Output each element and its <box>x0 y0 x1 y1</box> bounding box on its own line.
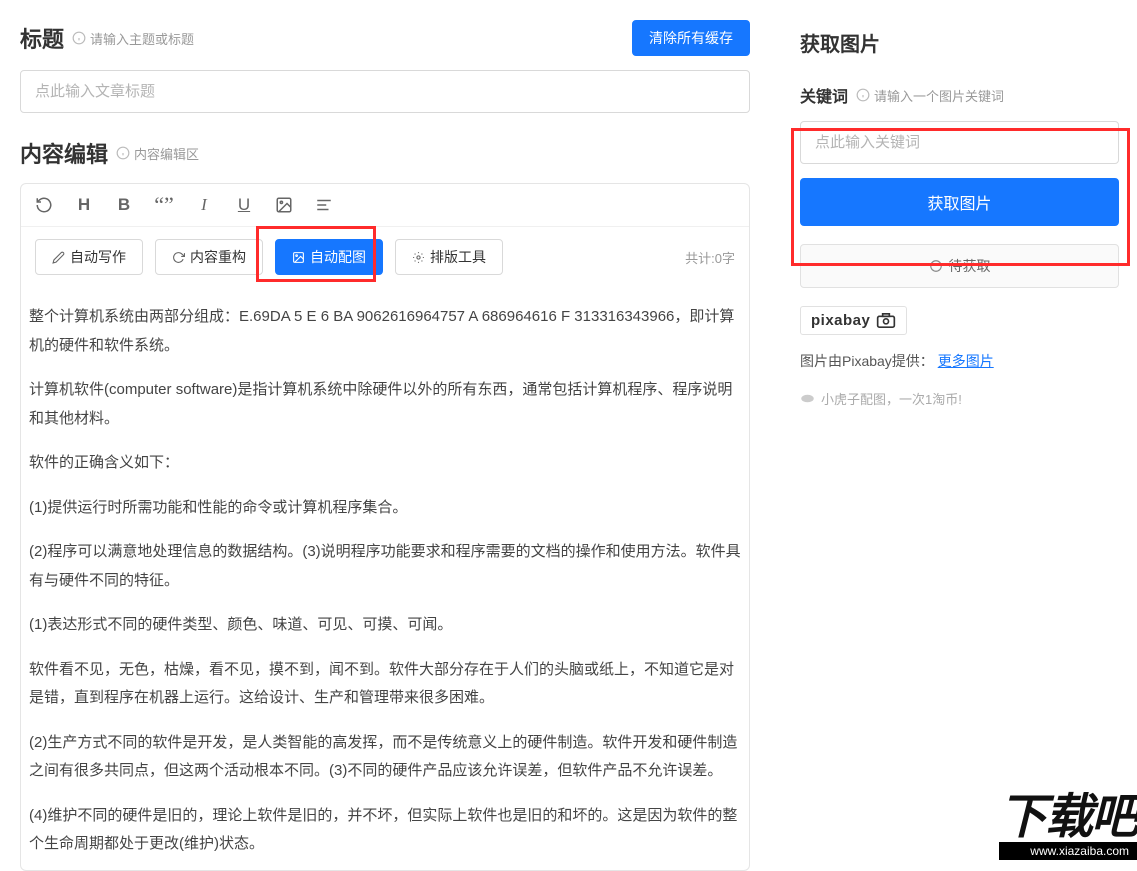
quote-icon[interactable]: “” <box>155 196 173 214</box>
image-sidebar: 获取图片 关键词 请输入一个图片关键词 获取图片 待获取 pixabay 图片由… <box>770 0 1137 860</box>
content-section: 内容编辑 内容编辑区 H B “” I U <box>20 137 750 871</box>
bold-icon[interactable]: B <box>115 196 133 214</box>
loading-icon <box>929 259 943 273</box>
title-label: 标题 <box>20 22 64 54</box>
underline-icon[interactable]: U <box>235 196 253 214</box>
layout-tool-label: 排版工具 <box>430 247 486 267</box>
paragraph: (1)表达形式不同的硬件类型、颜色、味道、可见、可摸、可闻。 <box>29 611 741 640</box>
clear-cache-button[interactable]: 清除所有缓存 <box>632 20 750 56</box>
paragraph: (2)生产方式不同的软件是开发，是人类智能的高发挥，而不是传统意义上的硬件制造。… <box>29 729 741 786</box>
restructure-button[interactable]: 内容重构 <box>155 239 263 275</box>
italic-icon[interactable]: I <box>195 196 213 214</box>
status-text: 待获取 <box>949 256 991 276</box>
fetch-image-button[interactable]: 获取图片 <box>800 178 1119 226</box>
info-icon <box>116 146 130 160</box>
title-input[interactable] <box>20 70 750 113</box>
watermark-url: www.xiazaiba.com <box>999 842 1137 860</box>
restructure-label: 内容重构 <box>190 247 246 267</box>
keyword-input[interactable] <box>800 121 1119 164</box>
more-images-link[interactable]: 更多图片 <box>938 353 994 369</box>
format-toolbar: H B “” I U <box>21 184 749 227</box>
keyword-hint: 请输入一个图片关键词 <box>874 86 1004 105</box>
credit-line: 小虎子配图，一次1淘币! <box>800 389 1119 408</box>
title-hint: 请输入主题或标题 <box>90 29 194 48</box>
editor-body[interactable]: 整个计算机系统由两部分组成：E.69DA 5 E 6 BA 9062616964… <box>21 287 749 870</box>
layout-tool-button[interactable]: 排版工具 <box>395 239 503 275</box>
watermark: 下载吧 www.xiazaiba.com <box>999 794 1137 860</box>
editor-box: H B “” I U 自动写作 <box>20 183 750 871</box>
align-icon[interactable] <box>315 196 333 214</box>
content-hint: 内容编辑区 <box>134 144 199 163</box>
status-bar: 待获取 <box>800 244 1119 288</box>
title-section: 标题 请输入主题或标题 清除所有缓存 <box>20 20 750 113</box>
content-label: 内容编辑 <box>20 137 108 169</box>
paragraph: (4)维护不同的硬件是旧的，理论上软件是旧的，并不坏，但实际上软件也是旧的和坏的… <box>29 802 741 859</box>
word-count: 共计:0字 <box>685 248 735 267</box>
coin-icon <box>800 391 815 406</box>
pixabay-label: pixabay <box>811 312 870 329</box>
auto-image-button[interactable]: 自动配图 <box>275 239 383 275</box>
paragraph: 软件看不见，无色，枯燥，看不见，摸不到，闻不到。软件大部分存在于人们的头脑或纸上… <box>29 656 741 713</box>
provider-line: 图片由Pixabay提供： 更多图片 <box>800 351 1119 371</box>
watermark-logo: 下载吧 <box>999 794 1137 842</box>
image-icon[interactable] <box>275 196 293 214</box>
credit-text: 小虎子配图，一次1淘币! <box>821 389 962 408</box>
paragraph: 整个计算机系统由两部分组成：E.69DA 5 E 6 BA 9062616964… <box>29 303 741 360</box>
sidebar-title: 获取图片 <box>800 28 1119 57</box>
paragraph: 计算机软件(computer software)是指计算机系统中除硬件以外的所有… <box>29 376 741 433</box>
camera-icon <box>876 313 896 328</box>
info-icon <box>72 31 86 45</box>
auto-write-label: 自动写作 <box>70 247 126 267</box>
paragraph: 软件的正确含义如下： <box>29 449 741 478</box>
auto-image-label: 自动配图 <box>310 247 366 267</box>
info-icon <box>856 88 870 102</box>
keyword-label: 关键词 <box>800 83 848 107</box>
paragraph: (1)提供运行时所需功能和性能的命令或计算机程序集合。 <box>29 494 741 523</box>
undo-icon[interactable] <box>35 196 53 214</box>
auto-write-button[interactable]: 自动写作 <box>35 239 143 275</box>
paragraph: (2)程序可以满意地处理信息的数据结构。(3)说明程序功能要求和程序需要的文档的… <box>29 538 741 595</box>
action-toolbar: 自动写作 内容重构 自动配图 排版工具 共计:0字 <box>21 227 749 287</box>
heading-icon[interactable]: H <box>75 196 93 214</box>
pixabay-badge: pixabay <box>800 306 907 335</box>
